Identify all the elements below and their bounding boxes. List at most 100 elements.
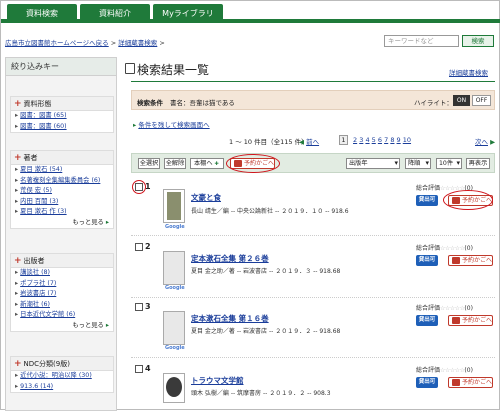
star-rating-icon: ☆☆☆☆☆ [440,245,465,252]
keyword-search-button[interactable]: 検索 [462,35,494,47]
facet-item[interactable]: 名著複刻全集編集委員会 (6) [11,176,113,187]
result-item: 4 トラウマ文学館 頭木 弘樹／編 -- 筑摩書房 -- ２０１９．２ -- 9… [131,363,495,411]
facet-item[interactable]: 図書：図書 (60) [11,122,113,133]
result-item: 1 Google 文豪と食 長山 靖生／編 -- 中央公論新社 -- ２０１９．… [131,180,495,231]
book-meta: 頭木 弘樹／編 -- 筑摩書房 -- ２０１９．２ -- 908.3 [191,390,331,397]
result-item: 2 Google 定本漱石全集 第２６巻 夏目 金之助／著 -- 岩波書店 --… [131,241,495,293]
sort-field-select[interactable]: 出版年 [346,158,400,169]
result-range: 1 ～ 10 件目（全115 件） [229,138,308,146]
book-meta: 夏目 金之助／著 -- 岩波書店 -- ２０１９．２ -- 918.68 [191,328,341,335]
add-to-cart-button[interactable]: 予約かごへ [448,377,494,388]
facet-header[interactable]: + 著者 [11,151,113,165]
result-number: 1 [145,182,151,191]
page: 資料検索 資料紹介 Myライブラリ 広島市立図書館ホームページへ戻る > 詳細蔵… [0,0,500,411]
per-page-select[interactable]: 10件 [436,158,462,169]
redisplay-button[interactable]: 再表示 [466,158,490,169]
page-links[interactable]: 2 3 4 5 6 7 8 9 10 [353,136,411,144]
breadcrumb: 広島市立図書館ホームページへ戻る > 詳細蔵書検索 > [5,37,165,47]
result-number: 4 [145,364,151,373]
arrow-icon: ▸ [133,121,137,129]
facet-item[interactable]: 日本近代文学館 (6) [11,310,113,321]
facet-label: 資料形態 [23,100,52,108]
add-to-cart-button[interactable]: 予約かごへ [448,255,494,266]
add-to-cart-button[interactable]: 予約かごへ [448,315,494,326]
facet-item[interactable]: 夏目 漱石 (54) [11,165,113,176]
expand-icon: + [14,99,22,109]
tab-introduction[interactable]: 資料紹介 [80,4,150,23]
result-number: 2 [145,242,151,251]
refine-sidebar: 絞り込みキー +資料形態 図書：図書 (65) 図書：図書 (60) +著者 夏… [5,57,117,411]
book-cover[interactable] [163,373,185,403]
facet-item[interactable]: ポプラ社 (7) [11,279,113,290]
advanced-search-link[interactable]: 詳細蔵書検索 [449,67,488,77]
book-title-link[interactable]: 文豪と食 [191,192,221,203]
keyword-input[interactable]: キーワードなど [384,35,459,47]
book-title-link[interactable]: トラウマ文学館 [191,375,244,386]
expand-icon: + [14,153,22,163]
rating: 総合評価☆☆☆☆☆(0) [416,367,473,374]
page-1[interactable]: 1 [339,135,348,145]
title-divider [131,81,495,82]
facet-item[interactable]: 荒俣 宏 (5) [11,186,113,197]
breadcrumb-home-link[interactable]: 広島市立図書館ホームページへ戻る [5,39,109,47]
deselect-all-button[interactable]: 全解除 [164,158,186,169]
more-link[interactable]: もっと見る [11,321,113,331]
facet-item[interactable]: 913.6 (14) [11,382,113,393]
book-meta: 夏目 金之助／著 -- 岩波書店 -- ２０１９．３ -- 918.68 [191,268,341,275]
book-cover[interactable] [163,311,185,345]
sidebar-title: 絞り込みキー [6,58,116,76]
facet-item[interactable]: 新潮社 (6) [11,300,113,311]
facet-header[interactable]: + 資料形態 [11,97,113,111]
cover-art [166,377,182,397]
document-icon [125,63,135,74]
facet-item[interactable]: 図書：図書 (65) [11,111,113,122]
highlight-off-button[interactable]: OFF [472,95,491,106]
result-checkbox[interactable] [135,243,143,251]
breadcrumb-advanced-search-link[interactable]: 詳細蔵書検索 [118,39,157,47]
result-item: 3 Google 定本漱石全集 第１６巻 夏目 金之助／著 -- 岩波書店 --… [131,301,495,353]
highlight-circle [132,180,146,194]
keep-condition-link[interactable]: ▸ 条件を残して検索画面へ [133,119,210,129]
breadcrumb-separator: > [110,39,117,47]
book-cover[interactable] [163,189,185,223]
available-badge: 貸出可 [416,377,438,388]
plus-icon: ✚ [214,161,219,167]
result-checkbox[interactable] [135,303,143,311]
facet-header[interactable]: + 出版者 [11,254,113,268]
facet-label: NDC分類(9版) [23,360,70,368]
result-number: 3 [145,302,151,311]
highlight-label: ハイライト： [414,99,453,107]
facet-item[interactable]: 講談社 (8) [11,268,113,279]
facet-header[interactable]: + NDC分類(9版) [11,357,113,371]
facet-author: +著者 夏目 漱石 (54) 名著複刻全集編集委員会 (6) 荒俣 宏 (5) … [10,150,114,229]
book-title-link[interactable]: 定本漱石全集 第１６巻 [191,313,269,324]
result-toolbar: 全選択 全解除 本棚へ ✚ 予約かごへ 出版年 降順 10件 再表示 [131,153,495,173]
facet-item[interactable]: 近代小説：明治以降 (30) [11,371,113,382]
bookshelf-button[interactable]: 本棚へ ✚ [190,158,224,169]
condition-text: 書名：吾輩は猫である [170,99,235,107]
select-all-button[interactable]: 全選択 [138,158,160,169]
prev-page-link[interactable]: ◀ 前へ [299,136,319,146]
available-badge: 貸出可 [416,315,438,326]
expand-icon: + [14,256,22,266]
book-title-link[interactable]: 定本漱石全集 第２６巻 [191,253,269,264]
facet-item[interactable]: 夏目 漱石 作 (3) [11,207,113,218]
result-divider [131,297,495,298]
facet-item[interactable]: 岩波書店 (7) [11,289,113,300]
more-link[interactable]: もっと見る [11,218,113,228]
google-books-badge[interactable]: Google [165,224,185,230]
cart-icon [452,257,460,264]
star-rating-icon: ☆☆☆☆☆ [440,305,465,312]
book-cover[interactable] [163,251,185,285]
facet-item[interactable]: 内田 百閒 (3) [11,197,113,208]
tab-search[interactable]: 資料検索 [7,4,77,23]
result-checkbox[interactable] [135,365,143,373]
tab-my-library[interactable]: Myライブラリ [153,4,223,23]
google-books-badge[interactable]: Google [165,345,185,351]
google-books-badge[interactable]: Google [165,285,185,291]
sort-order-select[interactable]: 降順 [405,158,431,169]
facet-label: 著者 [23,154,38,162]
next-page-link[interactable]: 次へ ▶ [475,136,495,146]
cart-icon [452,379,460,386]
highlight-on-button[interactable]: ON [453,95,470,106]
